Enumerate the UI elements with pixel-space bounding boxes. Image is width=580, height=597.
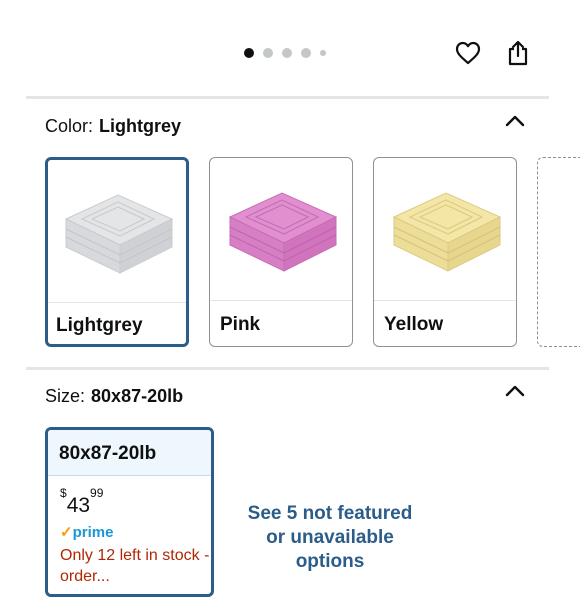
heart-icon (455, 41, 481, 65)
blanket-icon (392, 192, 502, 272)
image-carousel-dots (244, 48, 326, 58)
color-option-name: Lightgrey (56, 315, 143, 336)
chevron-up-icon (505, 385, 525, 397)
price-currency: $ (60, 486, 67, 500)
color-option-pink[interactable]: Pink (209, 157, 353, 347)
section-divider (26, 96, 549, 99)
size-option-card[interactable]: 80x87-20lb $4399 ✓prime Only 12 left in … (45, 427, 214, 597)
color-option-yellow[interactable]: Yellow (373, 157, 517, 347)
color-image-lightgrey (48, 160, 186, 303)
size-label: Size: (45, 386, 86, 406)
blanket-icon (64, 194, 174, 274)
blanket-icon (228, 192, 338, 272)
color-image-pink (210, 158, 352, 301)
price-fraction: 99 (90, 486, 104, 500)
collapse-size-button[interactable] (500, 376, 530, 406)
price-whole: 43 (66, 494, 91, 517)
color-image-yellow (374, 158, 516, 301)
size-option-price: $4399 (60, 486, 103, 518)
prime-badge: ✓prime (60, 523, 113, 541)
color-option-name: Pink (220, 314, 261, 335)
stock-status: Only 12 left in stock - order... (60, 547, 210, 585)
collapse-color-button[interactable] (500, 106, 530, 136)
carousel-dot-4[interactable] (301, 48, 311, 58)
color-label: Color: (45, 116, 94, 136)
selected-size-value: 80x87-20lb (91, 386, 184, 406)
carousel-dot-5[interactable] (320, 50, 326, 56)
share-icon (508, 40, 528, 66)
color-selector-label: Color: Lightgrey (45, 116, 181, 137)
size-option-name: 80x87-20lb (48, 430, 211, 476)
carousel-dot-2[interactable] (263, 48, 273, 58)
prime-check-icon: ✓ (60, 524, 73, 541)
color-option-lightgrey[interactable]: Lightgrey (45, 157, 189, 347)
size-selector-label: Size: 80x87-20lb (45, 386, 183, 407)
see-more-options-link[interactable]: See 5 not featured or unavailable option… (240, 502, 420, 574)
selected-color-value: Lightgrey (99, 116, 182, 136)
carousel-dot-3[interactable] (282, 48, 292, 58)
section-divider (26, 367, 549, 370)
favorite-button[interactable] (453, 38, 483, 68)
color-option-more[interactable] (537, 157, 580, 347)
share-button[interactable] (503, 38, 533, 68)
chevron-up-icon (505, 115, 525, 127)
prime-label: prime (72, 524, 114, 541)
color-option-name: Yellow (384, 314, 444, 335)
carousel-dot-1[interactable] (244, 48, 254, 58)
